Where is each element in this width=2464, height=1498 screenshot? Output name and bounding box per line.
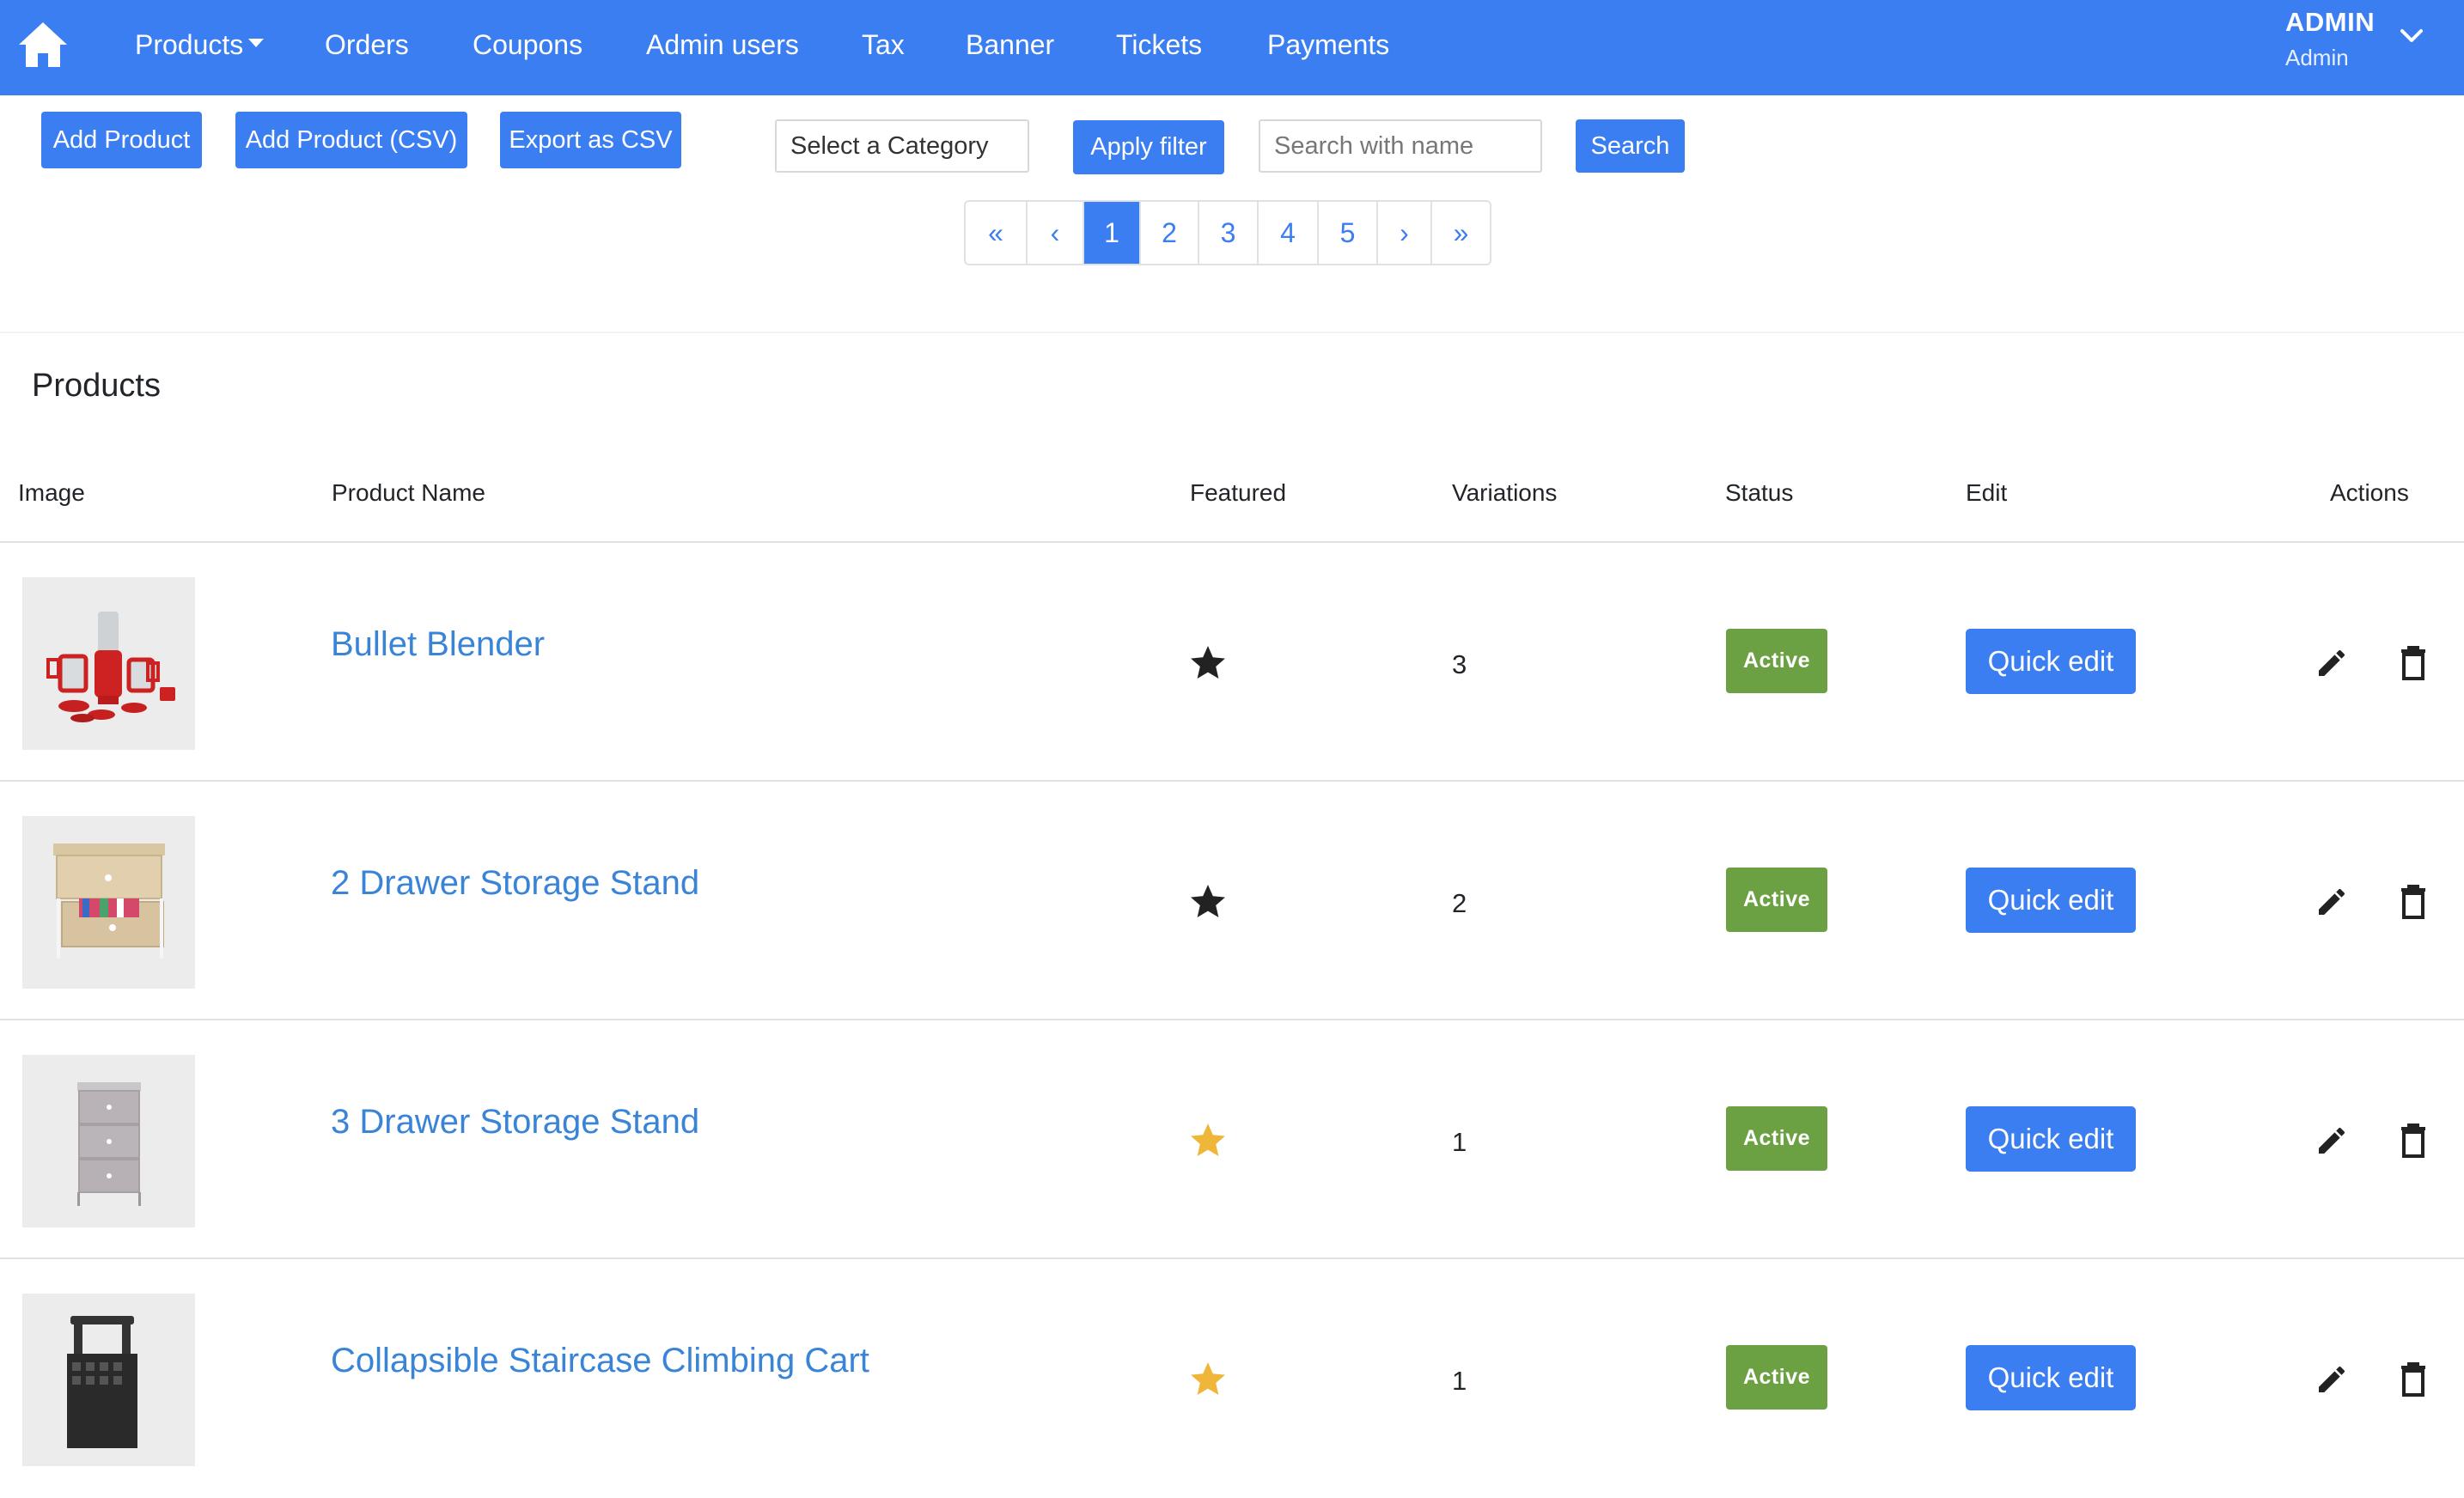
quick-edit-button[interactable]: Quick edit: [1966, 868, 2136, 933]
section-divider: [0, 332, 2464, 333]
search-input[interactable]: Search with name: [1259, 119, 1542, 173]
nav-products-dropdown[interactable]: Products: [135, 26, 265, 64]
nav-products-label: Products: [135, 29, 244, 60]
variations-count: 1: [1452, 1366, 1467, 1396]
page-2[interactable]: 2: [1139, 202, 1198, 264]
status-badge: Active: [1726, 1106, 1827, 1171]
top-navbar: Products Orders Coupons Admin users Tax …: [0, 0, 2464, 95]
add-product-button[interactable]: Add Product: [41, 112, 202, 168]
nav-banner[interactable]: Banner: [966, 26, 1054, 64]
variations-count: 2: [1452, 888, 1467, 918]
header-featured: Featured: [1190, 479, 1287, 506]
table-row: Collapsible Staircase Climbing Cart 1 Ac…: [0, 1259, 2464, 1498]
star-filled-dark-icon[interactable]: [1187, 642, 1229, 684]
table-row: 3 Drawer Storage Stand 1 Active Quick ed…: [0, 1020, 2464, 1259]
header-status: Status: [1725, 479, 1794, 506]
pencil-icon[interactable]: [2315, 1124, 2349, 1158]
page-first[interactable]: «: [966, 202, 1026, 264]
page-prev[interactable]: ‹: [1026, 202, 1083, 264]
page-next[interactable]: ›: [1376, 202, 1430, 264]
product-name-link[interactable]: Bullet Blender: [331, 625, 545, 664]
product-image: [22, 816, 195, 989]
quick-edit-button[interactable]: Quick edit: [1966, 629, 2136, 694]
page-5[interactable]: 5: [1317, 202, 1376, 264]
product-image: [22, 577, 195, 750]
status-badge: Active: [1726, 1345, 1827, 1410]
variations-count: 3: [1452, 649, 1467, 679]
page-1[interactable]: 1: [1083, 202, 1139, 264]
star-filled-dark-icon[interactable]: [1187, 881, 1229, 923]
header-edit: Edit: [1966, 479, 2008, 506]
pencil-icon[interactable]: [2315, 1362, 2349, 1397]
quick-edit-button[interactable]: Quick edit: [1966, 1345, 2136, 1410]
user-role: Admin: [2285, 45, 2349, 70]
variations-count: 1: [1452, 1127, 1467, 1157]
star-filled-gold-icon[interactable]: [1187, 1359, 1229, 1400]
header-image: Image: [18, 479, 85, 506]
page-3[interactable]: 3: [1198, 202, 1257, 264]
product-name-link[interactable]: 3 Drawer Storage Stand: [331, 1103, 699, 1142]
status-badge: Active: [1726, 629, 1827, 693]
status-badge: Active: [1726, 868, 1827, 932]
trash-icon[interactable]: [2400, 885, 2427, 919]
product-name-link[interactable]: Collapsible Staircase Climbing Cart: [331, 1342, 869, 1380]
trash-icon[interactable]: [2400, 1124, 2427, 1158]
header-variations: Variations: [1452, 479, 1558, 506]
page-4[interactable]: 4: [1257, 202, 1317, 264]
category-select[interactable]: Select a Category: [775, 119, 1029, 173]
apply-filter-button[interactable]: Apply filter: [1073, 120, 1224, 174]
quick-edit-button[interactable]: Quick edit: [1966, 1106, 2136, 1172]
nav-tickets[interactable]: Tickets: [1116, 26, 1202, 64]
trash-icon[interactable]: [2400, 1362, 2427, 1397]
header-product-name: Product Name: [332, 479, 485, 506]
pencil-icon[interactable]: [2315, 885, 2349, 919]
add-product-csv-button[interactable]: Add Product (CSV): [235, 112, 467, 168]
nav-admin-users[interactable]: Admin users: [646, 26, 799, 64]
nav-payments[interactable]: Payments: [1267, 26, 1389, 64]
product-name-link[interactable]: 2 Drawer Storage Stand: [331, 864, 699, 903]
export-csv-button[interactable]: Export as CSV: [500, 112, 681, 168]
caret-down-icon: [248, 39, 265, 47]
chevron-down-icon[interactable]: [2398, 26, 2425, 46]
nav-orders[interactable]: Orders: [325, 26, 409, 64]
pagination: « ‹ 1 2 3 4 5 › »: [964, 200, 1491, 265]
home-icon[interactable]: [17, 21, 69, 69]
table-row: Bullet Blender 3 Active Quick edit: [0, 543, 2464, 782]
page-last[interactable]: »: [1430, 202, 1490, 264]
table-row: 2 Drawer Storage Stand 2 Active Quick ed…: [0, 782, 2464, 1020]
page-title: Products: [32, 368, 161, 404]
product-image: [22, 1294, 195, 1466]
search-button[interactable]: Search: [1576, 119, 1685, 173]
nav-coupons[interactable]: Coupons: [473, 26, 582, 64]
header-actions: Actions: [2330, 479, 2409, 506]
product-image: [22, 1055, 195, 1227]
pencil-icon[interactable]: [2315, 646, 2349, 680]
star-filled-gold-icon[interactable]: [1187, 1120, 1229, 1161]
user-name[interactable]: ADMIN: [2285, 7, 2375, 38]
nav-tax[interactable]: Tax: [862, 26, 905, 64]
trash-icon[interactable]: [2400, 646, 2427, 680]
